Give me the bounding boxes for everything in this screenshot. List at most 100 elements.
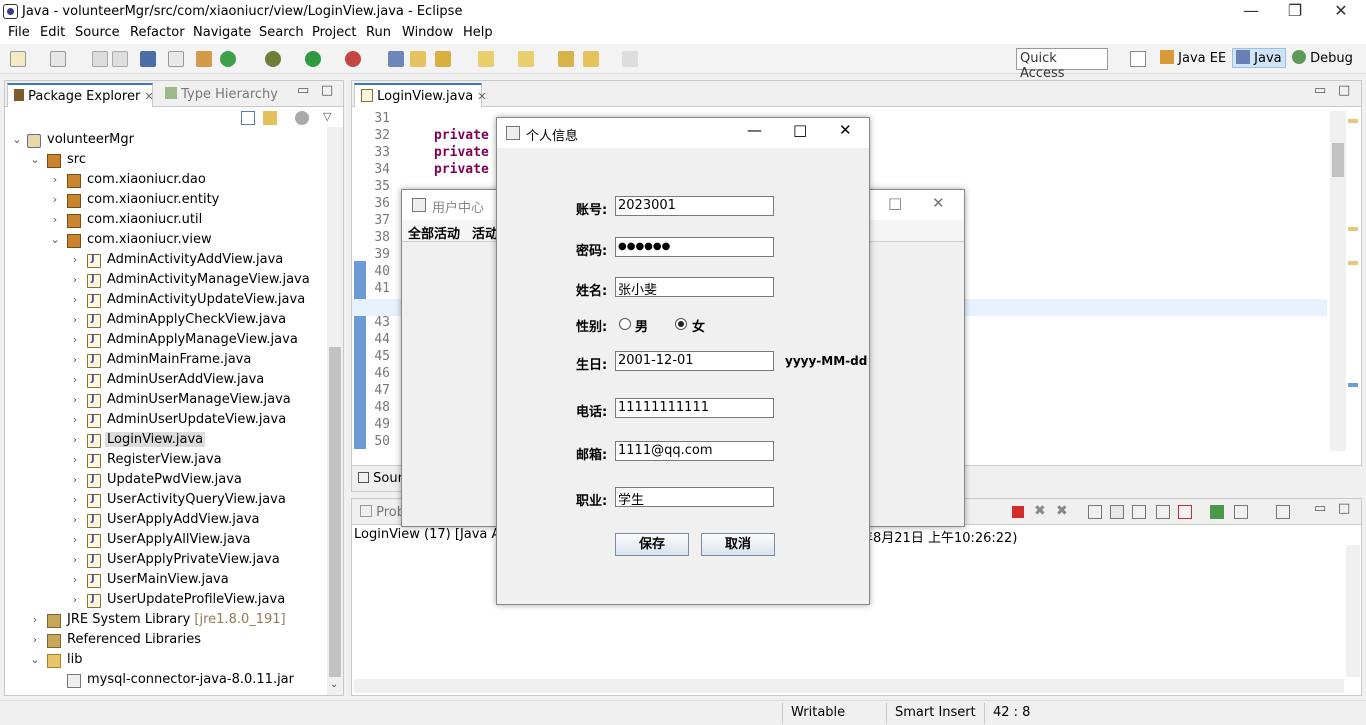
perspective-java[interactable]: Java (1232, 48, 1286, 68)
close-tab-icon[interactable]: ✕ (477, 90, 486, 103)
chevron-right-icon[interactable]: › (49, 173, 61, 186)
link-with-editor-icon[interactable] (263, 111, 277, 125)
save-icon[interactable] (92, 51, 108, 67)
tree-project[interactable]: ⌄ volunteerMgr (5, 131, 327, 151)
tree-java-file[interactable]: › UserApplyAddView.java (5, 511, 327, 531)
perspective-debug[interactable]: Debug (1292, 50, 1353, 66)
chevron-right-icon[interactable]: › (29, 613, 41, 626)
maximize-view-icon[interactable]: □ (1338, 501, 1350, 516)
tree-java-file[interactable]: › LoginView.java (5, 431, 327, 451)
tree-package[interactable]: › com.xiaoniucr.dao (5, 171, 327, 191)
show-console-stdout-icon[interactable] (1156, 505, 1170, 519)
close-button[interactable]: ✕ (932, 194, 945, 212)
phone-field[interactable]: 11111111111 (615, 398, 774, 418)
chevron-down-icon[interactable]: ⌄ (11, 133, 23, 146)
chevron-right-icon[interactable]: › (69, 453, 81, 466)
new-package-icon[interactable] (50, 51, 66, 67)
tree-package[interactable]: › com.xiaoniucr.util (5, 211, 327, 231)
close-button[interactable]: ✕ (839, 121, 852, 139)
menu-run[interactable]: Run (366, 25, 391, 40)
minimize-view-icon[interactable]: ▭ (1314, 501, 1326, 516)
menu-refactor[interactable]: Refactor (130, 25, 185, 40)
tree-java-file[interactable]: › AdminMainFrame.java (5, 351, 327, 371)
display-console-icon[interactable] (1234, 505, 1248, 519)
chevron-right-icon[interactable]: › (69, 273, 81, 286)
job-field[interactable]: 学生 (615, 487, 774, 507)
forward-icon[interactable] (622, 51, 638, 67)
account-field[interactable]: 2023001 (615, 196, 774, 216)
gender-female-label[interactable]: 女 (692, 316, 705, 335)
explorer-scroll-thumb[interactable] (329, 347, 341, 677)
cancel-button[interactable]: 取消 (701, 533, 775, 556)
tree-java-file[interactable]: › UserMainView.java (5, 571, 327, 591)
remove-launch-icon[interactable]: ✖ (1034, 503, 1046, 519)
chevron-right-icon[interactable]: › (69, 533, 81, 546)
chevron-right-icon[interactable]: › (69, 473, 81, 486)
minimize-button[interactable]: — (747, 121, 762, 139)
run-icon[interactable] (305, 51, 321, 67)
chevron-right-icon[interactable]: › (69, 373, 81, 386)
remove-all-icon[interactable]: ✖ (1056, 503, 1068, 519)
maximize-button[interactable]: □ (793, 121, 807, 139)
chevron-right-icon[interactable]: › (69, 413, 81, 426)
tree-src[interactable]: ⌄ src (5, 151, 327, 171)
open-perspective-icon[interactable] (1130, 51, 1146, 67)
email-field[interactable]: 1111@qq.com (615, 441, 774, 461)
refresh-icon[interactable] (220, 51, 236, 67)
tree-java-file[interactable]: › AdminApplyCheckView.java (5, 311, 327, 331)
word-wrap-icon[interactable] (1132, 505, 1146, 519)
menu-all-activities[interactable]: 全部活动 (408, 223, 460, 242)
tab-type-hierarchy[interactable]: Type Hierarchy (159, 83, 284, 107)
chevron-right-icon[interactable]: › (69, 433, 81, 446)
minimize-view-icon[interactable]: ▭ (1314, 83, 1326, 98)
console-scrollbar[interactable] (1346, 545, 1360, 677)
chevron-right-icon[interactable]: › (49, 193, 61, 206)
menu-window[interactable]: Window (402, 25, 453, 40)
search-icon[interactable] (435, 51, 451, 67)
chevron-down-icon[interactable]: ⌄ (29, 653, 41, 666)
chevron-down-icon[interactable]: ⌄ (49, 233, 61, 246)
minimize-view-icon[interactable]: ▭ (297, 83, 309, 98)
tab-loginview[interactable]: LoginView.java ✕ (354, 83, 487, 107)
tree-java-file[interactable]: › AdminUserManageView.java (5, 391, 327, 411)
name-field[interactable]: 张小斐 (615, 277, 774, 297)
save-button[interactable]: 保存 (615, 533, 689, 556)
tree-java-file[interactable]: › UserActivityQueryView.java (5, 491, 327, 511)
last-edit-icon[interactable] (558, 51, 574, 67)
menu-navigate[interactable]: Navigate (193, 25, 251, 40)
tree-java-file[interactable]: › UserUpdateProfileView.java (5, 591, 327, 611)
tree-java-file[interactable]: › UserApplyPrivateView.java (5, 551, 327, 571)
chevron-right-icon[interactable]: › (69, 573, 81, 586)
tree-java-file[interactable]: › AdminActivityUpdateView.java (5, 291, 327, 311)
clear-console-icon[interactable] (1088, 505, 1102, 519)
maximize-button[interactable]: □ (888, 194, 902, 212)
tree-package[interactable]: ⌄ com.xiaoniucr.view (5, 231, 327, 251)
run-last-icon[interactable] (345, 51, 361, 67)
chevron-right-icon[interactable]: › (69, 333, 81, 346)
tree-java-file[interactable]: › UpdatePwdView.java (5, 471, 327, 491)
next-annotation-icon[interactable] (478, 51, 494, 67)
editor-scroll-thumb[interactable] (1332, 143, 1344, 177)
chevron-right-icon[interactable]: › (69, 253, 81, 266)
tree-referenced-libraries[interactable]: › Referenced Libraries (5, 631, 327, 651)
chevron-right-icon[interactable]: › (69, 313, 81, 326)
tree-java-file[interactable]: › AdminUserAddView.java (5, 371, 327, 391)
back-icon[interactable] (583, 51, 599, 67)
chevron-right-icon[interactable]: › (69, 553, 81, 566)
show-console-stderr-icon[interactable] (1178, 505, 1192, 519)
chevron-right-icon[interactable]: › (69, 513, 81, 526)
maximize-view-icon[interactable]: □ (321, 83, 333, 98)
view-menu-icon[interactable]: ▽ (323, 110, 331, 123)
maximize-view-icon[interactable]: □ (1338, 83, 1350, 98)
gender-female-radio[interactable] (675, 318, 687, 330)
open-type-icon[interactable] (410, 51, 426, 67)
menu-file[interactable]: File (8, 25, 30, 40)
explorer-scrollbar[interactable]: ⌄ (327, 127, 343, 695)
birth-field[interactable]: 2001-12-01 (615, 351, 774, 371)
tree-jre[interactable]: › JRE System Library [jre1.8.0_191] (5, 611, 327, 631)
gender-male-radio[interactable] (619, 318, 631, 330)
restore-button[interactable]: ❐ (1272, 0, 1318, 24)
tree-java-file[interactable]: › AdminActivityAddView.java (5, 251, 327, 271)
prev-annotation-icon[interactable] (518, 51, 534, 67)
pin-console-icon[interactable] (1210, 505, 1224, 519)
